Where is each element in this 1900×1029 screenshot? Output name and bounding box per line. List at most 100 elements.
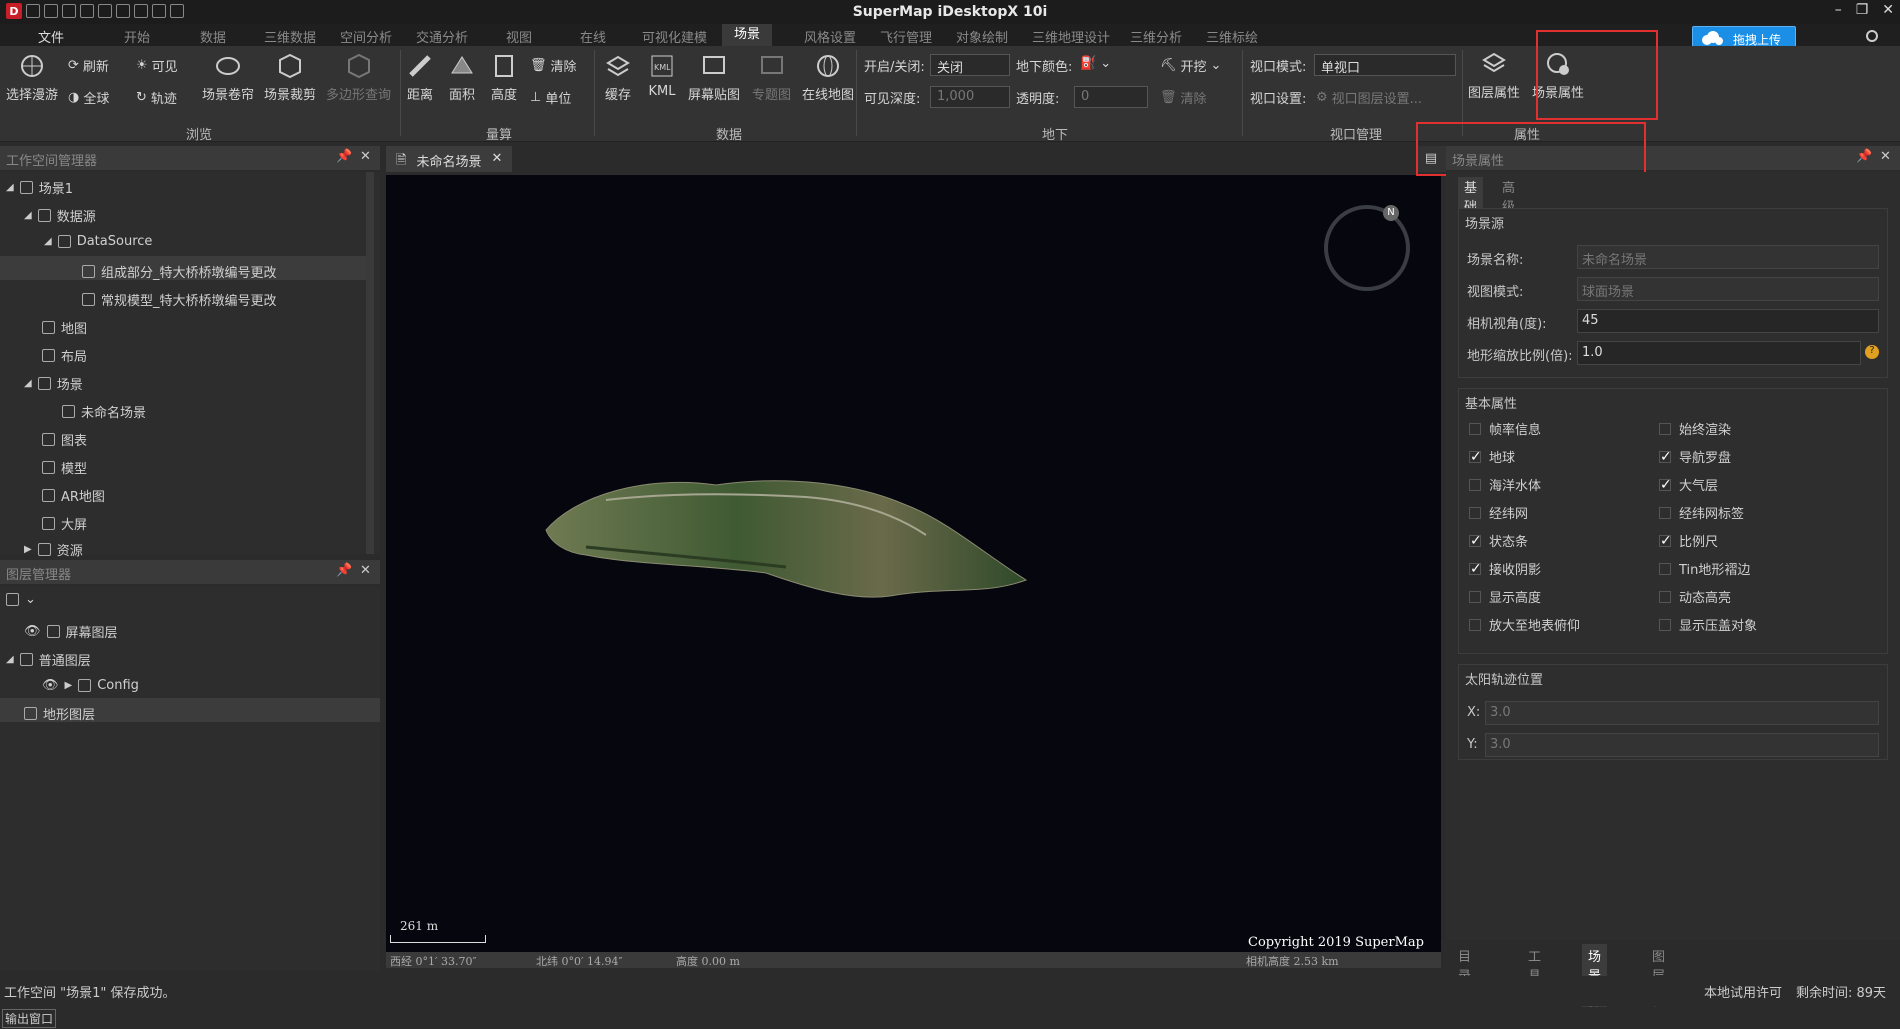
visible-depth-input[interactable]: 1,000 — [930, 86, 1010, 108]
tree-item-scenes[interactable]: ◢ 场景 — [24, 374, 83, 393]
layer-item-config[interactable]: 👁 ▶ Config — [42, 678, 139, 693]
menu-visual-modeling[interactable]: 可视化建模 — [642, 27, 707, 46]
menu-spatial-analysis[interactable]: 空间分析 — [340, 27, 392, 46]
terrain-scale-field[interactable]: 1.0 — [1577, 341, 1861, 365]
eye-icon[interactable]: 👁 — [24, 624, 41, 639]
layer-toolbar[interactable]: ⌄ — [6, 592, 36, 607]
scale-bar — [390, 935, 486, 943]
minimize-button[interactable]: – — [1835, 2, 1842, 18]
thematic-button[interactable]: 专题图 — [752, 52, 791, 103]
menu-3d-data[interactable]: 三维数据 — [264, 27, 316, 46]
doc-tab-unnamed-scene[interactable]: 🗎 未命名场景 ✕ — [386, 146, 513, 172]
screen-map-button[interactable]: 屏幕贴图 — [688, 52, 740, 103]
menu-start[interactable]: 开始 — [124, 27, 150, 46]
menu-object-draw[interactable]: 对象绘制 — [956, 27, 1008, 46]
tree-item-dataset-1[interactable]: 组成部分_特大桥桥墩编号更改 — [82, 262, 277, 281]
checkbox-item[interactable]: Tin地形褶边 — [1659, 559, 1750, 578]
checkbox-item[interactable]: ✓ 比例尺 — [1659, 531, 1718, 550]
tree-item-ar-maps[interactable]: AR地图 — [42, 486, 105, 505]
scene-viewport[interactable]: N 261 m Copyright 2019 SuperMap — [386, 175, 1441, 957]
tree-item-scene1[interactable]: ◢ 场景1 — [6, 178, 73, 197]
measure-clear-button[interactable]: 🗑 清除 — [530, 56, 577, 75]
distance-button[interactable]: 距离 — [406, 52, 434, 103]
refresh-button[interactable]: ⟳ 刷新 — [68, 56, 109, 75]
pin-icon[interactable]: 📌 — [336, 563, 352, 578]
menu-online[interactable]: 在线 — [580, 27, 606, 46]
camera-angle-stepper[interactable]: 45 — [1577, 309, 1879, 333]
tree-item-datasource[interactable]: ◢ DataSource — [44, 234, 152, 249]
visible-button[interactable]: ☀ 可见 — [136, 56, 178, 75]
pin-icon[interactable]: 📌 — [336, 149, 352, 164]
tree-item-models[interactable]: 模型 — [42, 458, 87, 477]
layer-item-normal[interactable]: ◢ 普通图层 — [6, 650, 91, 669]
scene-clip-button[interactable]: 场景裁剪 — [264, 52, 316, 103]
checkbox-item[interactable]: ✓ 导航罗盘 — [1659, 447, 1731, 466]
maximize-button[interactable]: ❐ — [1856, 2, 1869, 18]
checkbox-item[interactable]: 帧率信息 — [1469, 419, 1541, 438]
close-icon[interactable]: ✕ — [1880, 149, 1891, 164]
tree-item-layouts[interactable]: 布局 — [42, 346, 87, 365]
scene-roll-button[interactable]: 场景卷帘 — [202, 52, 254, 103]
track-button[interactable]: ↻ 轨迹 — [136, 88, 177, 107]
menu-3d-geo-design[interactable]: 三维地理设计 — [1032, 27, 1110, 46]
checkbox-item[interactable]: 放大至地表俯仰 — [1469, 615, 1580, 634]
menu-3d-plotting[interactable]: 三维标绘 — [1206, 27, 1258, 46]
menu-flight[interactable]: 飞行管理 — [880, 27, 932, 46]
checkbox-item[interactable]: 经纬网 — [1469, 503, 1528, 522]
menu-traffic-analysis[interactable]: 交通分析 — [416, 27, 468, 46]
menu-style[interactable]: 风格设置 — [804, 27, 856, 46]
info-icon[interactable]: ? — [1865, 345, 1879, 359]
tree-item-maps[interactable]: 地图 — [42, 318, 87, 337]
output-window-tab[interactable]: 输出窗口 — [2, 1009, 57, 1028]
select-roam-button[interactable]: 选择漫游 — [6, 52, 58, 103]
checkbox-item[interactable]: ✓ 接收阴影 — [1469, 559, 1541, 578]
tree-item-dataset-2[interactable]: 常规模型_特大桥桥墩编号更改 — [82, 290, 277, 309]
height-button[interactable]: 高度 — [490, 52, 518, 103]
tree-item-dashboards[interactable]: 大屏 — [42, 514, 87, 533]
workspace-scrollbar[interactable] — [366, 172, 374, 554]
menu-data[interactable]: 数据 — [200, 27, 226, 46]
opacity-input[interactable]: 0 — [1074, 86, 1148, 108]
close-icon[interactable]: ✕ — [360, 563, 371, 578]
viewport-setting-button[interactable]: ⚙ 视口图层设置... — [1316, 88, 1422, 107]
viewport-mode-select[interactable]: 单视口 — [1314, 54, 1456, 76]
navigation-compass[interactable]: N — [1324, 205, 1410, 291]
checkbox-item[interactable]: ✓ 地球 — [1469, 447, 1515, 466]
tree-item-datasources[interactable]: ◢ 数据源 — [24, 206, 96, 225]
pin-icon[interactable]: 📌 — [1856, 149, 1872, 164]
layer-properties-button[interactable]: 图层属性 — [1468, 50, 1520, 101]
menu-view[interactable]: 视图 — [506, 27, 532, 46]
cache-button[interactable]: 缓存 — [604, 52, 632, 103]
checkbox-item[interactable]: 始终渲染 — [1659, 419, 1731, 438]
full-globe-button[interactable]: ◑ 全球 — [68, 88, 109, 107]
close-icon[interactable]: ✕ — [360, 149, 371, 164]
kml-button[interactable]: KML KML — [648, 52, 676, 99]
checkbox-item[interactable]: ✓ 状态条 — [1469, 531, 1528, 550]
underground-toggle-select[interactable]: 关闭 — [930, 54, 1010, 76]
checkbox-item[interactable]: 显示高度 — [1469, 587, 1541, 606]
checkbox-item[interactable]: 动态高亮 — [1659, 587, 1731, 606]
checkbox-item[interactable]: ✓ 大气层 — [1659, 475, 1718, 494]
menu-3d-analysis[interactable]: 三维分析 — [1130, 27, 1182, 46]
close-icon[interactable]: ✕ — [491, 151, 502, 167]
tree-item-unnamed-scene[interactable]: 未命名场景 — [62, 402, 146, 421]
polygon-query-button[interactable]: 多边形查询 — [326, 52, 391, 103]
eye-icon[interactable]: 👁 — [42, 678, 59, 693]
underground-color-picker[interactable]: ⛽ ⌄ — [1080, 56, 1111, 71]
layer-item-screen[interactable]: 👁 屏幕图层 — [24, 622, 118, 641]
area-button[interactable]: 面积 — [448, 52, 476, 103]
checkbox-item[interactable]: 显示压盖对象 — [1659, 615, 1757, 634]
checkbox-item[interactable]: 经纬网标签 — [1659, 503, 1744, 522]
layer-item-terrain[interactable]: 地形图层 — [24, 704, 95, 723]
close-button[interactable]: ✕ — [1882, 2, 1894, 18]
tree-item-charts[interactable]: 图表 — [42, 430, 87, 449]
search-icon[interactable] — [1866, 30, 1878, 42]
dig-button[interactable]: ⛏ 开挖 ⌄ — [1160, 56, 1221, 75]
checkbox-item[interactable]: 海洋水体 — [1469, 475, 1541, 494]
menu-file[interactable]: 文件 — [38, 27, 64, 46]
online-map-button[interactable]: 在线地图 — [802, 52, 854, 103]
underground-clear-button[interactable]: 🗑 清除 — [1160, 88, 1207, 107]
tree-item-resources[interactable]: ▶ 资源 — [24, 540, 83, 559]
unit-button[interactable]: ⊥ 单位 — [530, 88, 571, 107]
menu-scene[interactable]: 场景 — [722, 24, 773, 46]
